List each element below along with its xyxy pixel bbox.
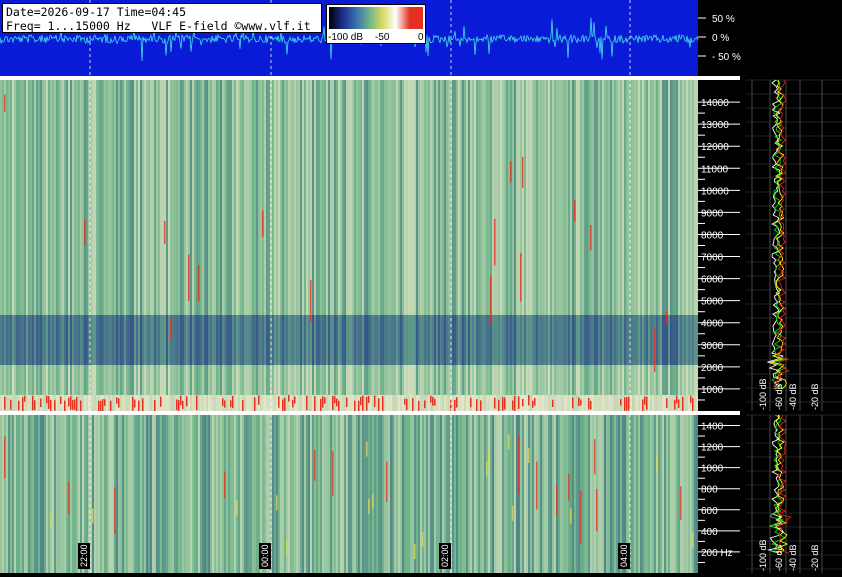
time-label: 22:00 bbox=[78, 543, 90, 569]
freq-tick-label: 1000 bbox=[701, 464, 724, 475]
frequency-axis-lower: 200 Hz 400 600 800 1000 1200 1400 bbox=[698, 422, 740, 563]
spectrum-db-label: -40 dB bbox=[788, 544, 798, 571]
freq-tick-label: 10000 bbox=[701, 186, 729, 197]
time-label: 04:00 bbox=[618, 543, 630, 569]
freq-tick-label: 600 bbox=[701, 506, 718, 517]
waveform-axis: 50 % 0 % - 50 % bbox=[698, 14, 741, 63]
freq-tick-label: 8000 bbox=[701, 230, 724, 241]
freq-tick-label: 2000 bbox=[701, 363, 724, 374]
spectrogram-lower bbox=[0, 415, 698, 573]
header-info-box: Date=2026-09-17 Time=04:45 Freq= 1...150… bbox=[2, 3, 322, 33]
svg-text:04:00: 04:00 bbox=[619, 544, 629, 567]
svg-text:22:00: 22:00 bbox=[79, 544, 89, 567]
spectrum-db-label: -20 dB bbox=[810, 544, 820, 571]
header-frequency-info: Freq= 1...15000 Hz VLF E-field ©www.vlf.… bbox=[6, 19, 311, 33]
colorbar-gradient bbox=[329, 7, 423, 29]
spectrogram-upper bbox=[0, 80, 698, 417]
freq-tick-label: 1200 bbox=[701, 443, 724, 454]
time-label: 00:00 bbox=[259, 543, 271, 569]
spectrum-panel-lower: -100 dB -60 dB -40 dB -20 dB bbox=[746, 414, 842, 573]
colorbar: -100 dB -50 0 bbox=[326, 4, 426, 44]
waveform-tick-label: - 50 % bbox=[712, 52, 741, 63]
spectrum-db-label: -100 dB bbox=[758, 378, 768, 410]
freq-tick-label: 6000 bbox=[701, 275, 724, 286]
freq-tick-label: 13000 bbox=[701, 120, 729, 131]
vlf-spectrogram-view: 22:00 00:00 02:00 04:00 50 % 0 % - 50 % 1000 2… bbox=[0, 0, 842, 573]
frequency-axis-upper: 1000 2000 3000 4000 5000 6000 7000 8000 9000 1000… bbox=[698, 98, 740, 401]
waveform-tick-label: 50 % bbox=[712, 14, 735, 25]
colorbar-label-min: -100 dB bbox=[328, 32, 364, 43]
freq-tick-label: 11000 bbox=[701, 164, 729, 175]
svg-text:00:00: 00:00 bbox=[260, 544, 270, 567]
spectrum-db-label: -20 dB bbox=[810, 383, 820, 410]
freq-tick-label: 9000 bbox=[701, 208, 724, 219]
spectrum-db-label: -40 dB bbox=[788, 383, 798, 410]
freq-tick-label: 14000 bbox=[701, 98, 729, 109]
freq-tick-label: 5000 bbox=[701, 297, 724, 308]
freq-tick-label: 4000 bbox=[701, 319, 724, 330]
spectrogram-canvas: 22:00 00:00 02:00 04:00 50 %0 %- 50 % 10002… bbox=[0, 0, 842, 573]
time-label: 02:00 bbox=[439, 543, 451, 569]
freq-tick-label: 800 bbox=[701, 485, 718, 496]
spectrum-panel-upper: -100 dB -60 dB -40 dB -20 dB bbox=[746, 79, 842, 411]
separator-top bbox=[0, 76, 740, 80]
colorbar-label-mid: -50 bbox=[375, 32, 390, 43]
freq-tick-label: 12000 bbox=[701, 142, 729, 153]
freq-tick-label: 400 bbox=[701, 527, 718, 538]
freq-tick-label: 200 Hz bbox=[701, 548, 733, 559]
spectrum-db-label: -100 dB bbox=[758, 539, 768, 571]
separator-middle bbox=[0, 411, 740, 415]
waveform-tick-label: 0 % bbox=[712, 33, 729, 44]
header-date-time: Date=2026-09-17 Time=04:45 bbox=[6, 5, 187, 19]
freq-tick-label: 1400 bbox=[701, 422, 724, 433]
colorbar-label-max: 0 bbox=[418, 32, 424, 43]
svg-text:02:00: 02:00 bbox=[440, 544, 450, 567]
freq-tick-label: 3000 bbox=[701, 341, 724, 352]
freq-tick-label: 7000 bbox=[701, 253, 724, 264]
freq-tick-label: 1000 bbox=[701, 385, 724, 396]
